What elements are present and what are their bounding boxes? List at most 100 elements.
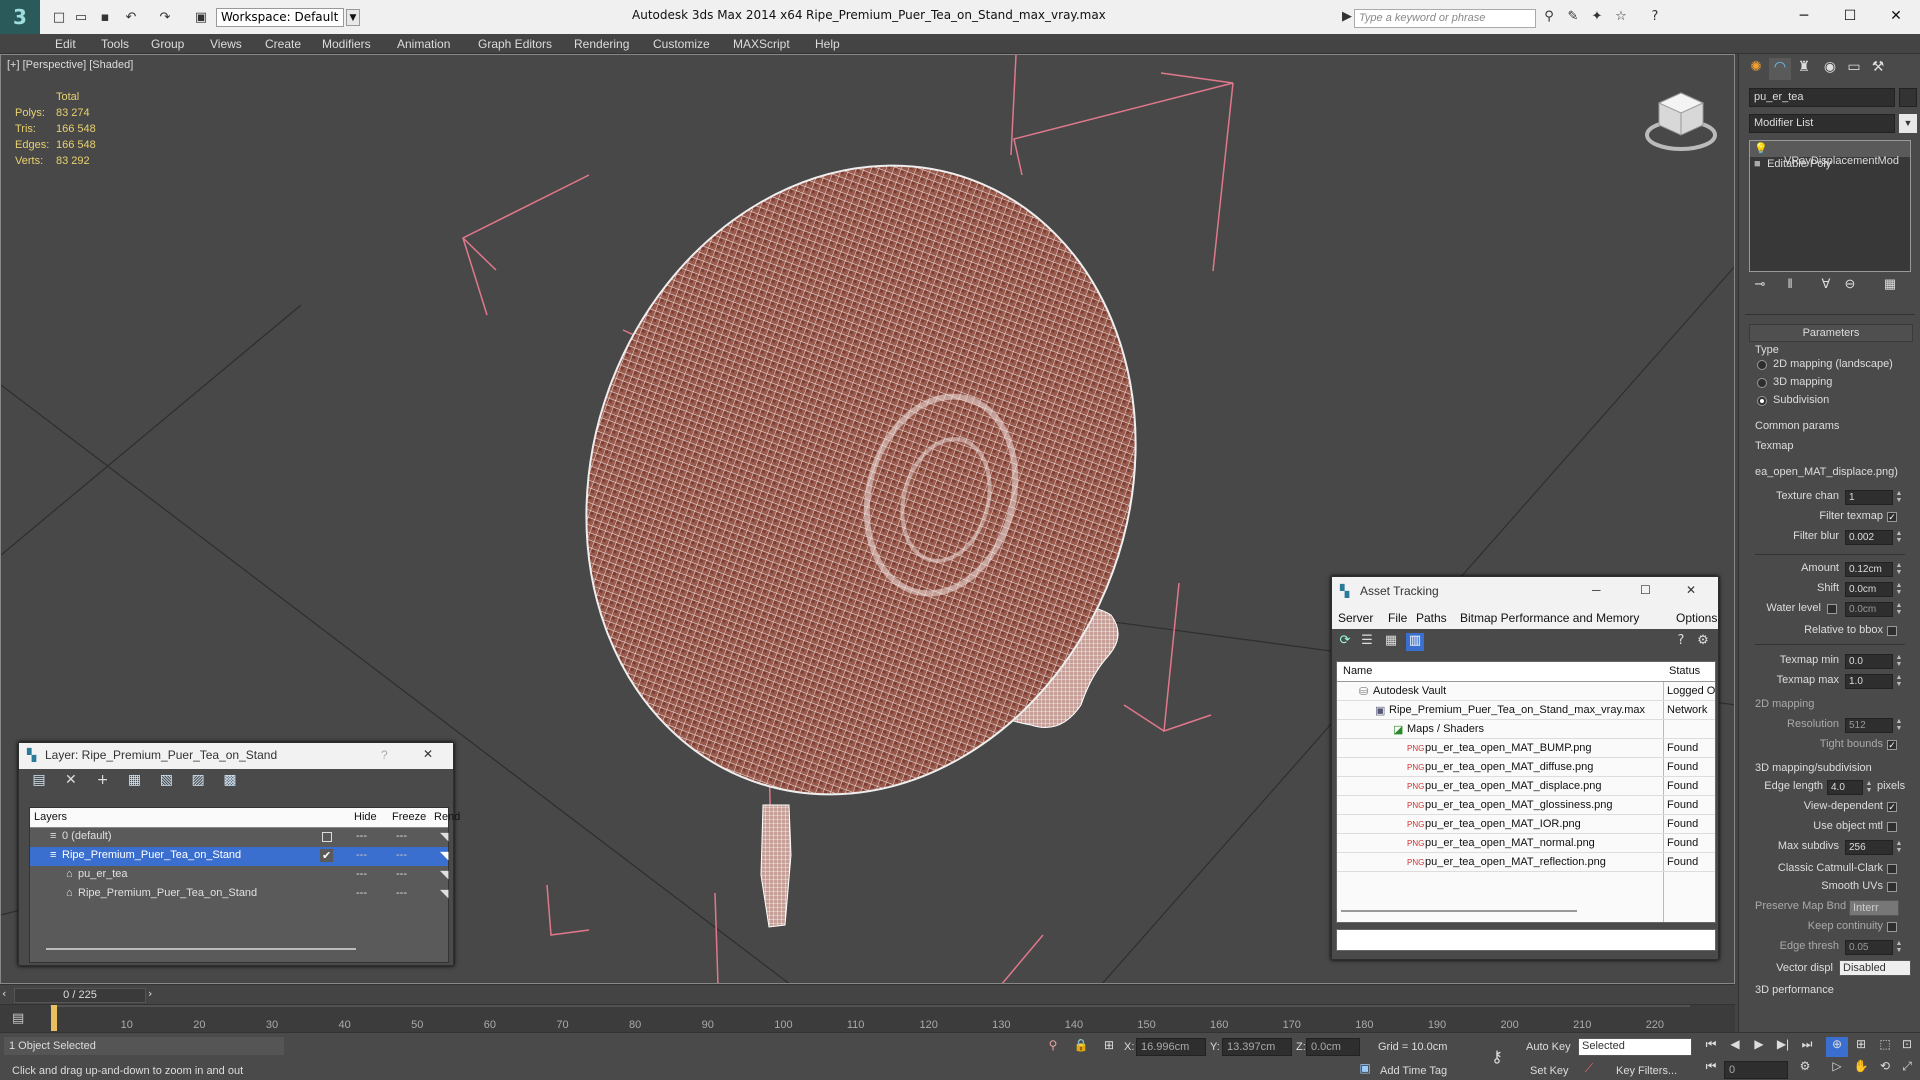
- asset-row[interactable]: ◪ Maps / Shaders: [1337, 720, 1715, 739]
- x-coordinate-input[interactable]: 16.996cm: [1136, 1038, 1206, 1056]
- menu-graph-editors[interactable]: Graph Editors: [478, 37, 552, 51]
- asset-row[interactable]: PNG pu_er_tea_open_MAT_normal.png Found: [1337, 834, 1715, 853]
- isolate-selection-icon[interactable]: ⚲: [1042, 1038, 1064, 1058]
- col-render[interactable]: Rend: [434, 811, 460, 823]
- texmap-max-input[interactable]: 1.0: [1845, 674, 1893, 689]
- next-frame-icon[interactable]: ▶|: [1772, 1037, 1794, 1057]
- spinner-arrows-icon[interactable]: ▲ ▼: [1895, 674, 1903, 689]
- subscription-icon[interactable]: ✦: [1588, 9, 1606, 27]
- selection-lock-icon[interactable]: 🔒: [1070, 1038, 1092, 1058]
- create-layer-icon[interactable]: ▤: [29, 772, 49, 792]
- workspace-dropdown[interactable]: Workspace: Default: [216, 8, 344, 27]
- layer-row[interactable]: ⌂ Ripe_Premium_Puer_Tea_on_Stand --- ---…: [30, 885, 448, 904]
- max-subdivs-input[interactable]: 256: [1845, 840, 1893, 855]
- expand-icon[interactable]: ■: [1754, 158, 1764, 170]
- chevron-left-icon[interactable]: ‹: [2, 987, 6, 1000]
- asset-menu-server[interactable]: Server: [1338, 611, 1373, 625]
- col-hide[interactable]: Hide: [354, 811, 377, 823]
- col-status[interactable]: Status: [1669, 665, 1700, 677]
- asset-row[interactable]: ⛁ Autodesk Vault Logged O: [1337, 682, 1715, 701]
- key-filters-button[interactable]: Key Filters...: [1616, 1065, 1677, 1077]
- search-input[interactable]: Type a keyword or phrase: [1354, 9, 1536, 28]
- time-tag-icon[interactable]: ▣: [1354, 1061, 1376, 1080]
- col-freeze[interactable]: Freeze: [392, 811, 426, 823]
- water-level-checkbox[interactable]: [1827, 604, 1837, 614]
- spinner-arrows-icon[interactable]: ▲ ▼: [1865, 780, 1873, 795]
- layer-dialog-titlebar[interactable]: ▚ Layer: Ripe_Premium_Puer_Tea_on_Stand …: [19, 743, 453, 769]
- go-to-start-icon[interactable]: ⏮: [1700, 1037, 1722, 1057]
- list-view-icon[interactable]: ☰: [1358, 633, 1376, 651]
- zoom-extents-all-icon[interactable]: ⊡: [1896, 1037, 1918, 1057]
- menu-create[interactable]: Create: [265, 37, 301, 51]
- close-icon[interactable]: ✕: [1876, 4, 1916, 28]
- help-icon[interactable]: ?: [1646, 9, 1664, 27]
- asset-row[interactable]: PNG pu_er_tea_open_MAT_glossiness.png Fo…: [1337, 796, 1715, 815]
- asset-row[interactable]: PNG pu_er_tea_open_MAT_diffuse.png Found: [1337, 758, 1715, 777]
- create-tab-icon[interactable]: ✺: [1745, 58, 1767, 80]
- zoom-all-icon[interactable]: ⊞: [1850, 1037, 1872, 1057]
- hierarchy-tab-icon[interactable]: ♜: [1793, 58, 1815, 80]
- water-level-input[interactable]: 0.0cm: [1845, 602, 1893, 617]
- menu-rendering[interactable]: Rendering: [574, 37, 629, 51]
- remove-modifier-icon[interactable]: ⊖: [1839, 276, 1861, 298]
- menu-customize[interactable]: Customize: [653, 37, 710, 51]
- chevron-right-icon[interactable]: ›: [148, 987, 152, 1000]
- resolution-input[interactable]: 512: [1845, 718, 1893, 733]
- z-coordinate-input[interactable]: 0.0cm: [1306, 1038, 1360, 1056]
- texmap-min-input[interactable]: 0.0: [1845, 654, 1893, 669]
- utilities-tab-icon[interactable]: ⚒: [1867, 58, 1889, 80]
- stack-item-vraydisplacement[interactable]: 💡 VRayDisplacementMod: [1750, 141, 1910, 167]
- smooth-uvs-checkbox[interactable]: [1887, 882, 1897, 892]
- delete-layer-icon[interactable]: ✕: [61, 772, 81, 792]
- help-icon[interactable]: ?: [1672, 633, 1690, 651]
- add-time-tag[interactable]: Add Time Tag: [1380, 1065, 1447, 1077]
- orbit-icon[interactable]: ⟲: [1874, 1059, 1896, 1079]
- spinner-arrows-icon[interactable]: ▲ ▼: [1895, 840, 1903, 855]
- filter-blur-input[interactable]: 0.002: [1845, 530, 1893, 545]
- menu-edit[interactable]: Edit: [55, 37, 76, 51]
- keep-continuity-checkbox[interactable]: [1887, 922, 1897, 932]
- spinner-arrows-icon[interactable]: ▲ ▼: [1895, 530, 1903, 545]
- select-in-layer-icon[interactable]: ▦: [124, 772, 144, 792]
- pin-stack-icon[interactable]: ⊸: [1749, 276, 1771, 298]
- render-icon[interactable]: ◥: [440, 868, 448, 881]
- radio-3d-mapping[interactable]: [1757, 378, 1767, 388]
- layer-row[interactable]: ≡ Ripe_Premium_Puer_Tea_on_Stand ✔ --- -…: [30, 847, 448, 866]
- asset-row[interactable]: PNG pu_er_tea_open_MAT_reflection.png Fo…: [1337, 853, 1715, 872]
- key-mode-icon[interactable]: ⏮: [1700, 1059, 1722, 1079]
- spinner-arrows-icon[interactable]: ▲ ▼: [1895, 654, 1903, 669]
- configure-sets-icon[interactable]: ▦: [1879, 276, 1901, 298]
- maximize-viewport-icon[interactable]: ⤢: [1896, 1059, 1918, 1079]
- render-icon[interactable]: ◥: [440, 849, 448, 862]
- asset-menu-paths[interactable]: Paths: [1416, 611, 1447, 625]
- maximize-icon[interactable]: ☐: [1640, 583, 1651, 597]
- save-file-icon[interactable]: ▪: [96, 8, 114, 26]
- asset-menu-options[interactable]: Options: [1676, 611, 1717, 625]
- redo-icon[interactable]: ↷: [156, 8, 174, 26]
- menu-animation[interactable]: Animation: [397, 37, 450, 51]
- set-key-button[interactable]: Set Key: [1530, 1065, 1569, 1077]
- menu-maxscript[interactable]: MAXScript: [733, 37, 790, 51]
- spinner-arrows-icon[interactable]: ▲ ▼: [1895, 490, 1903, 505]
- key-mode-dropdown[interactable]: Selected: [1578, 1038, 1692, 1056]
- view-dependent-checkbox[interactable]: ✓: [1887, 802, 1897, 812]
- spinner-arrows-icon[interactable]: ▲ ▼: [1895, 562, 1903, 577]
- asset-row[interactable]: PNG pu_er_tea_open_MAT_IOR.png Found: [1337, 815, 1715, 834]
- spinner-arrows-icon[interactable]: ▲ ▼: [1895, 582, 1903, 597]
- app-logo-icon[interactable]: 3: [0, 0, 40, 34]
- spinner-arrows-icon[interactable]: ▲ ▼: [1895, 602, 1903, 617]
- favorites-star-icon[interactable]: ☆: [1612, 9, 1630, 27]
- freeze-all-layers-icon[interactable]: ▩: [220, 772, 240, 792]
- display-tab-icon[interactable]: ▭: [1843, 58, 1865, 80]
- track-bar[interactable]: ▤ 10 20 30 40 50 60 70 80 90 100 110 120 130 140 150 16…: [0, 1004, 1735, 1032]
- preserve-map-dropdown[interactable]: Interr: [1849, 900, 1899, 916]
- field-of-view-icon[interactable]: ▷: [1826, 1059, 1848, 1079]
- project-folder-icon[interactable]: ▣: [192, 8, 210, 26]
- asset-row[interactable]: PNG pu_er_tea_open_MAT_BUMP.png Found: [1337, 739, 1715, 758]
- rollout-parameters[interactable]: Parameters: [1749, 324, 1913, 342]
- tight-bounds-checkbox[interactable]: ✓: [1887, 740, 1897, 750]
- asset-dialog-titlebar[interactable]: ▚ Asset Tracking ─ ☐ ✕: [1332, 577, 1718, 607]
- col-layers[interactable]: Layers: [34, 811, 67, 823]
- hide-all-layers-icon[interactable]: ▨: [188, 772, 208, 792]
- show-end-result-icon[interactable]: ‖: [1779, 276, 1801, 298]
